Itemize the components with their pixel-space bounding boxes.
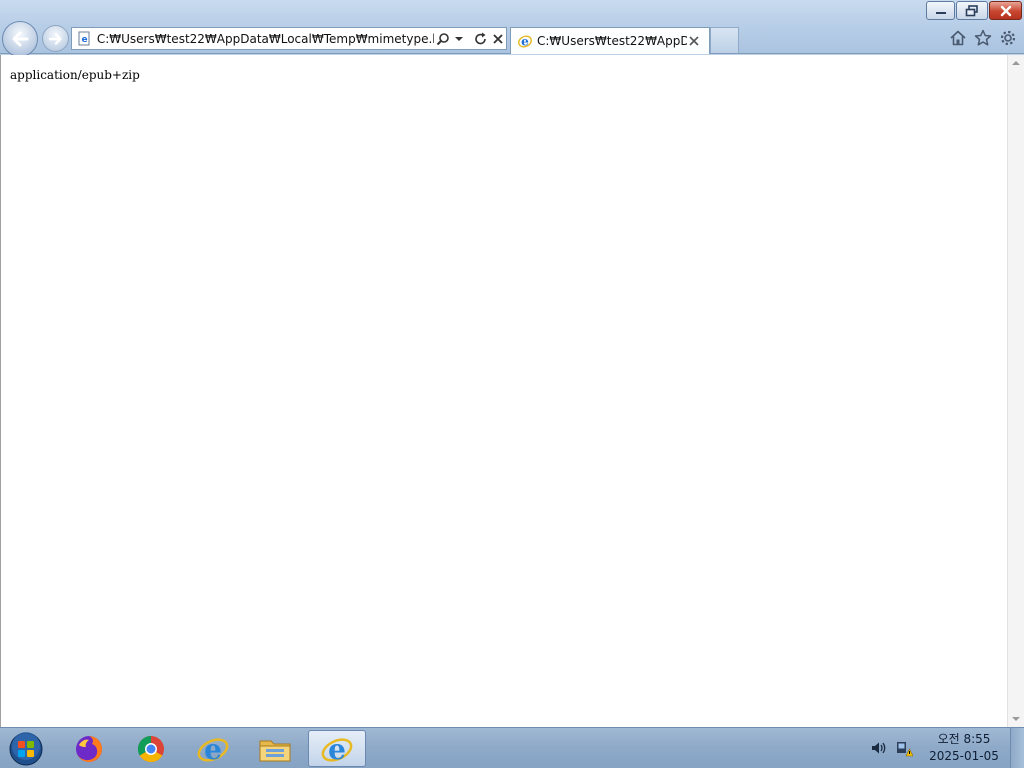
taskbar: e e 오전 8:55 2025-01-05 [0,727,1024,768]
windows-logo-icon [9,732,43,766]
taskbar-firefox[interactable] [60,730,118,767]
minimize-button[interactable] [926,1,955,20]
folder-icon [259,740,291,761]
back-arrow-icon [12,31,29,47]
svg-text:e: e [204,733,222,766]
scroll-down-icon[interactable] [1008,711,1024,727]
taskbar-internet-explorer[interactable]: e [184,730,242,767]
favorites-star-icon[interactable] [973,28,993,48]
scroll-up-icon[interactable] [1008,55,1024,71]
dropdown-icon[interactable] [451,31,467,47]
browser-chrome: e C:₩Users₩test22₩AppData₩Local₩Temp₩mim… [0,0,1024,57]
address-bar[interactable]: e C:₩Users₩test22₩AppData₩Local₩Temp₩mim… [71,27,507,50]
refresh-icon[interactable] [473,31,489,47]
vertical-scrollbar[interactable] [1007,55,1024,727]
address-url[interactable]: C:₩Users₩test22₩AppData₩Local₩Temp₩mimet… [97,32,434,46]
home-icon[interactable] [948,28,968,48]
firefox-icon [76,735,102,762]
start-button[interactable] [6,731,46,767]
internet-explorer-icon: e [197,733,229,766]
close-icon [1000,5,1011,16]
taskbar-clock[interactable]: 오전 8:55 2025-01-05 [922,731,1006,765]
forward-button[interactable] [42,25,69,52]
page-icon: e [76,30,93,47]
restore-button[interactable] [956,1,988,20]
chrome-icon [137,735,164,762]
network-warning-icon[interactable] [895,739,913,757]
close-window-button[interactable] [989,1,1022,20]
restore-icon [965,4,978,16]
stop-icon[interactable] [490,31,506,47]
taskbar-internet-explorer-active[interactable]: e [308,730,366,767]
show-desktop-button[interactable] [1010,728,1024,768]
tab-close-icon[interactable] [687,34,701,48]
clock-time: 오전 8:55 [937,732,991,746]
svg-text:e: e [328,733,346,766]
page-viewport: application/epub+zip [0,55,1007,727]
tools-gear-icon[interactable] [998,28,1018,48]
tab-mimetype[interactable]: e C:₩Users₩test22₩AppDat... [510,27,710,54]
taskbar-chrome[interactable] [122,730,180,767]
forward-arrow-icon [48,32,62,45]
svg-text:e: e [81,35,87,45]
search-icon[interactable] [435,31,451,47]
taskbar-file-explorer[interactable] [246,730,304,767]
svg-text:e: e [521,35,529,49]
clock-date: 2025-01-05 [929,749,999,763]
page-body-text: application/epub+zip [10,68,140,82]
new-tab-button[interactable] [710,27,739,53]
back-button[interactable] [2,21,38,57]
minimize-icon [935,11,946,14]
ie-page-icon: e [516,33,533,50]
internet-explorer-icon: e [321,733,353,766]
volume-icon[interactable] [870,739,888,757]
tab-title: C:₩Users₩test22₩AppDat... [537,34,687,48]
